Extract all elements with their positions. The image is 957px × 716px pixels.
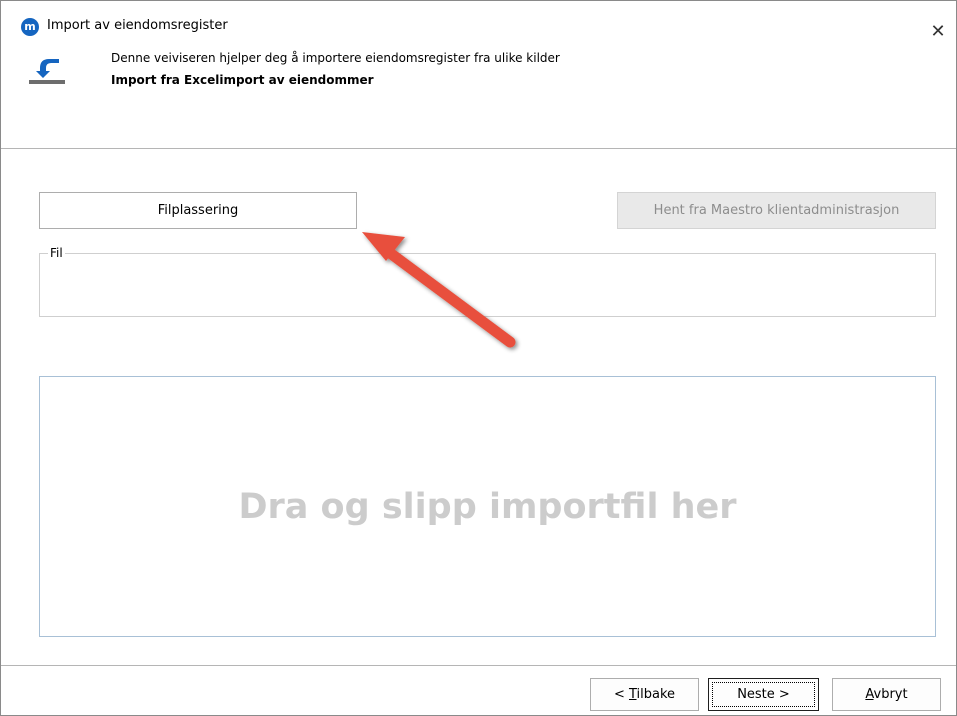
file-group: Fil (39, 246, 936, 317)
next-button[interactable]: Neste > (708, 678, 819, 711)
fetch-from-maestro-button[interactable]: Hent fra Maestro klientadministrasjon (617, 192, 936, 229)
maestro-logo-icon: m (21, 18, 39, 36)
file-group-label: Fil (48, 246, 65, 260)
file-location-button[interactable]: Filplassering (39, 192, 357, 229)
drop-zone[interactable]: Dra og slipp importfil her (39, 376, 936, 637)
drop-zone-text: Dra og slipp importfil her (238, 486, 737, 527)
import-arrow-icon (29, 59, 65, 84)
back-button[interactable]: < Tilbake (590, 678, 699, 711)
window-title: Import av eiendomsregister (47, 18, 228, 33)
header-divider (1, 148, 956, 149)
title-bar: m Import av eiendomsregister ✕ (1, 1, 956, 42)
import-dialog: m Import av eiendomsregister ✕ Denne vei… (0, 0, 957, 716)
cancel-button[interactable]: Avbryt (832, 678, 941, 711)
footer-divider (1, 665, 956, 666)
wizard-description: Denne veiviseren hjelper deg å importere… (111, 51, 560, 65)
wizard-subtitle: Import fra Excelimport av eiendommer (111, 73, 374, 87)
